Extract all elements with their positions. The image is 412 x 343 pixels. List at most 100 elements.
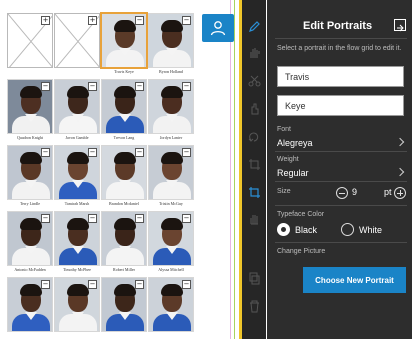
remove-portrait-icon[interactable]: − bbox=[135, 148, 144, 157]
portrait-caption: Timothy McPhee bbox=[63, 267, 91, 272]
portrait-photo[interactable]: − bbox=[54, 277, 100, 332]
portrait-cell[interactable]: − Timothy McPhee bbox=[54, 211, 100, 275]
white-radio[interactable] bbox=[341, 223, 354, 236]
remove-portrait-icon[interactable]: − bbox=[41, 82, 50, 91]
remove-portrait-icon[interactable]: − bbox=[182, 214, 191, 223]
portrait-photo[interactable]: − bbox=[101, 277, 147, 332]
pencil-icon[interactable] bbox=[246, 18, 262, 34]
portrait-cell[interactable]: − bbox=[148, 277, 194, 341]
portrait-cell[interactable]: − Antonio McFadden bbox=[7, 211, 53, 275]
portrait-crop-icon[interactable] bbox=[246, 184, 262, 200]
empty-portrait-slot[interactable]: + bbox=[7, 13, 53, 68]
divider bbox=[275, 181, 407, 182]
chevron-right-icon[interactable] bbox=[395, 167, 405, 177]
portrait-photo[interactable]: − bbox=[54, 79, 100, 134]
choose-new-portrait-button[interactable]: Choose New Portrait bbox=[303, 267, 406, 293]
remove-portrait-icon[interactable]: − bbox=[182, 82, 191, 91]
remove-portrait-icon[interactable]: − bbox=[135, 214, 144, 223]
chevron-right-icon[interactable] bbox=[395, 137, 405, 147]
remove-portrait-icon[interactable]: − bbox=[182, 280, 191, 289]
portrait-caption: Jordyn Lanier bbox=[159, 135, 183, 140]
portrait-photo[interactable]: − bbox=[101, 211, 147, 266]
portrait-cell[interactable]: + bbox=[54, 13, 100, 77]
portrait-photo[interactable]: − bbox=[7, 277, 53, 332]
remove-portrait-icon[interactable]: − bbox=[135, 16, 144, 25]
portrait-photo[interactable]: − bbox=[148, 145, 194, 200]
portrait-photo[interactable]: − bbox=[7, 145, 53, 200]
portrait-row: − Antonio McFadden − Timothy McPhee − Robert … bbox=[7, 211, 194, 275]
trash-icon[interactable] bbox=[246, 298, 262, 314]
pointer-icon[interactable] bbox=[246, 100, 262, 116]
portrait-cell[interactable]: − bbox=[101, 277, 147, 341]
last-name-input[interactable] bbox=[277, 95, 404, 116]
portrait-photo[interactable]: − bbox=[148, 277, 194, 332]
portrait-photo[interactable]: − bbox=[7, 211, 53, 266]
empty-portrait-slot[interactable]: + bbox=[54, 13, 100, 68]
font-select[interactable]: Alegreya bbox=[277, 138, 313, 148]
remove-portrait-icon[interactable]: − bbox=[182, 16, 191, 25]
portrait-cell[interactable]: − Quadron Knight bbox=[7, 79, 53, 143]
remove-portrait-icon[interactable]: − bbox=[41, 148, 50, 157]
remove-portrait-icon[interactable]: − bbox=[182, 148, 191, 157]
remove-portrait-icon[interactable]: − bbox=[88, 214, 97, 223]
portrait-tool-button[interactable] bbox=[202, 14, 234, 42]
remove-portrait-icon[interactable]: − bbox=[135, 280, 144, 289]
hand-grab-icon[interactable] bbox=[246, 210, 262, 226]
remove-portrait-icon[interactable]: − bbox=[88, 82, 97, 91]
portrait-cell[interactable]: − bbox=[7, 277, 53, 341]
portrait-photo[interactable]: − bbox=[100, 12, 148, 69]
portrait-photo[interactable]: − bbox=[54, 145, 100, 200]
portrait-photo[interactable]: − bbox=[148, 79, 194, 134]
portrait-cell[interactable]: − Terry Lindle bbox=[7, 145, 53, 209]
portrait-cell[interactable]: − Brandon Mcdaniel bbox=[101, 145, 147, 209]
portrait-cell[interactable]: − bbox=[54, 277, 100, 341]
portrait-cell[interactable]: − Robert Miller bbox=[101, 211, 147, 275]
portrait-caption: Antonio McFadden bbox=[14, 267, 46, 272]
rotate-icon[interactable] bbox=[246, 128, 262, 144]
person-hair bbox=[161, 20, 183, 32]
person-hair bbox=[20, 152, 42, 164]
person-hair bbox=[67, 284, 89, 296]
portrait-caption: Quadron Knight bbox=[16, 135, 44, 140]
crop-icon[interactable] bbox=[246, 156, 262, 172]
portrait-cell[interactable]: + bbox=[7, 13, 53, 77]
portrait-cell[interactable]: − Javon Gamble bbox=[54, 79, 100, 143]
weight-select[interactable]: Regular bbox=[277, 168, 309, 178]
portrait-cell[interactable]: − Byron Holland bbox=[148, 13, 194, 77]
first-name-input[interactable] bbox=[277, 66, 404, 87]
hand-icon[interactable] bbox=[246, 44, 262, 60]
panel-hint: Select a portrait in the flow grid to ed… bbox=[277, 45, 402, 52]
portrait-photo[interactable]: − bbox=[101, 145, 147, 200]
remove-portrait-icon[interactable]: − bbox=[41, 214, 50, 223]
size-value: 9 bbox=[352, 187, 358, 197]
person-hair bbox=[161, 284, 183, 296]
add-portrait-icon[interactable]: + bbox=[41, 16, 50, 25]
divider bbox=[275, 242, 407, 243]
portrait-photo[interactable]: − bbox=[54, 211, 100, 266]
portrait-photo[interactable]: − bbox=[148, 13, 194, 68]
copy-icon[interactable] bbox=[246, 270, 262, 286]
portrait-photo[interactable]: − bbox=[148, 211, 194, 266]
person-hair bbox=[20, 86, 42, 98]
remove-portrait-icon[interactable]: − bbox=[41, 280, 50, 289]
scissors-icon[interactable] bbox=[246, 72, 262, 88]
portrait-photo[interactable]: − bbox=[7, 79, 53, 134]
person-hair bbox=[114, 152, 136, 164]
remove-portrait-icon[interactable]: − bbox=[135, 82, 144, 91]
person-hair bbox=[161, 152, 183, 164]
portrait-cell[interactable]: − Travis Keye bbox=[100, 12, 148, 77]
portrait-cell[interactable]: − Tamirah Marsh bbox=[54, 145, 100, 209]
increase-size-button[interactable] bbox=[394, 187, 406, 199]
black-radio-label: Black bbox=[295, 225, 318, 235]
portrait-cell[interactable]: − Jordyn Lanier bbox=[148, 79, 194, 143]
portrait-cell[interactable]: − Alyssa Mitchell bbox=[148, 211, 194, 275]
portrait-cell[interactable]: − Tristin McGuy bbox=[148, 145, 194, 209]
black-radio[interactable] bbox=[277, 223, 290, 236]
portrait-cell[interactable]: − Trevon Lang bbox=[101, 79, 147, 143]
add-portrait-icon[interactable]: + bbox=[88, 16, 97, 25]
decrease-size-button[interactable] bbox=[336, 187, 348, 199]
portrait-photo[interactable]: − bbox=[101, 79, 147, 134]
remove-portrait-icon[interactable]: − bbox=[88, 280, 97, 289]
remove-portrait-icon[interactable]: − bbox=[88, 148, 97, 157]
exit-icon[interactable] bbox=[394, 19, 406, 32]
